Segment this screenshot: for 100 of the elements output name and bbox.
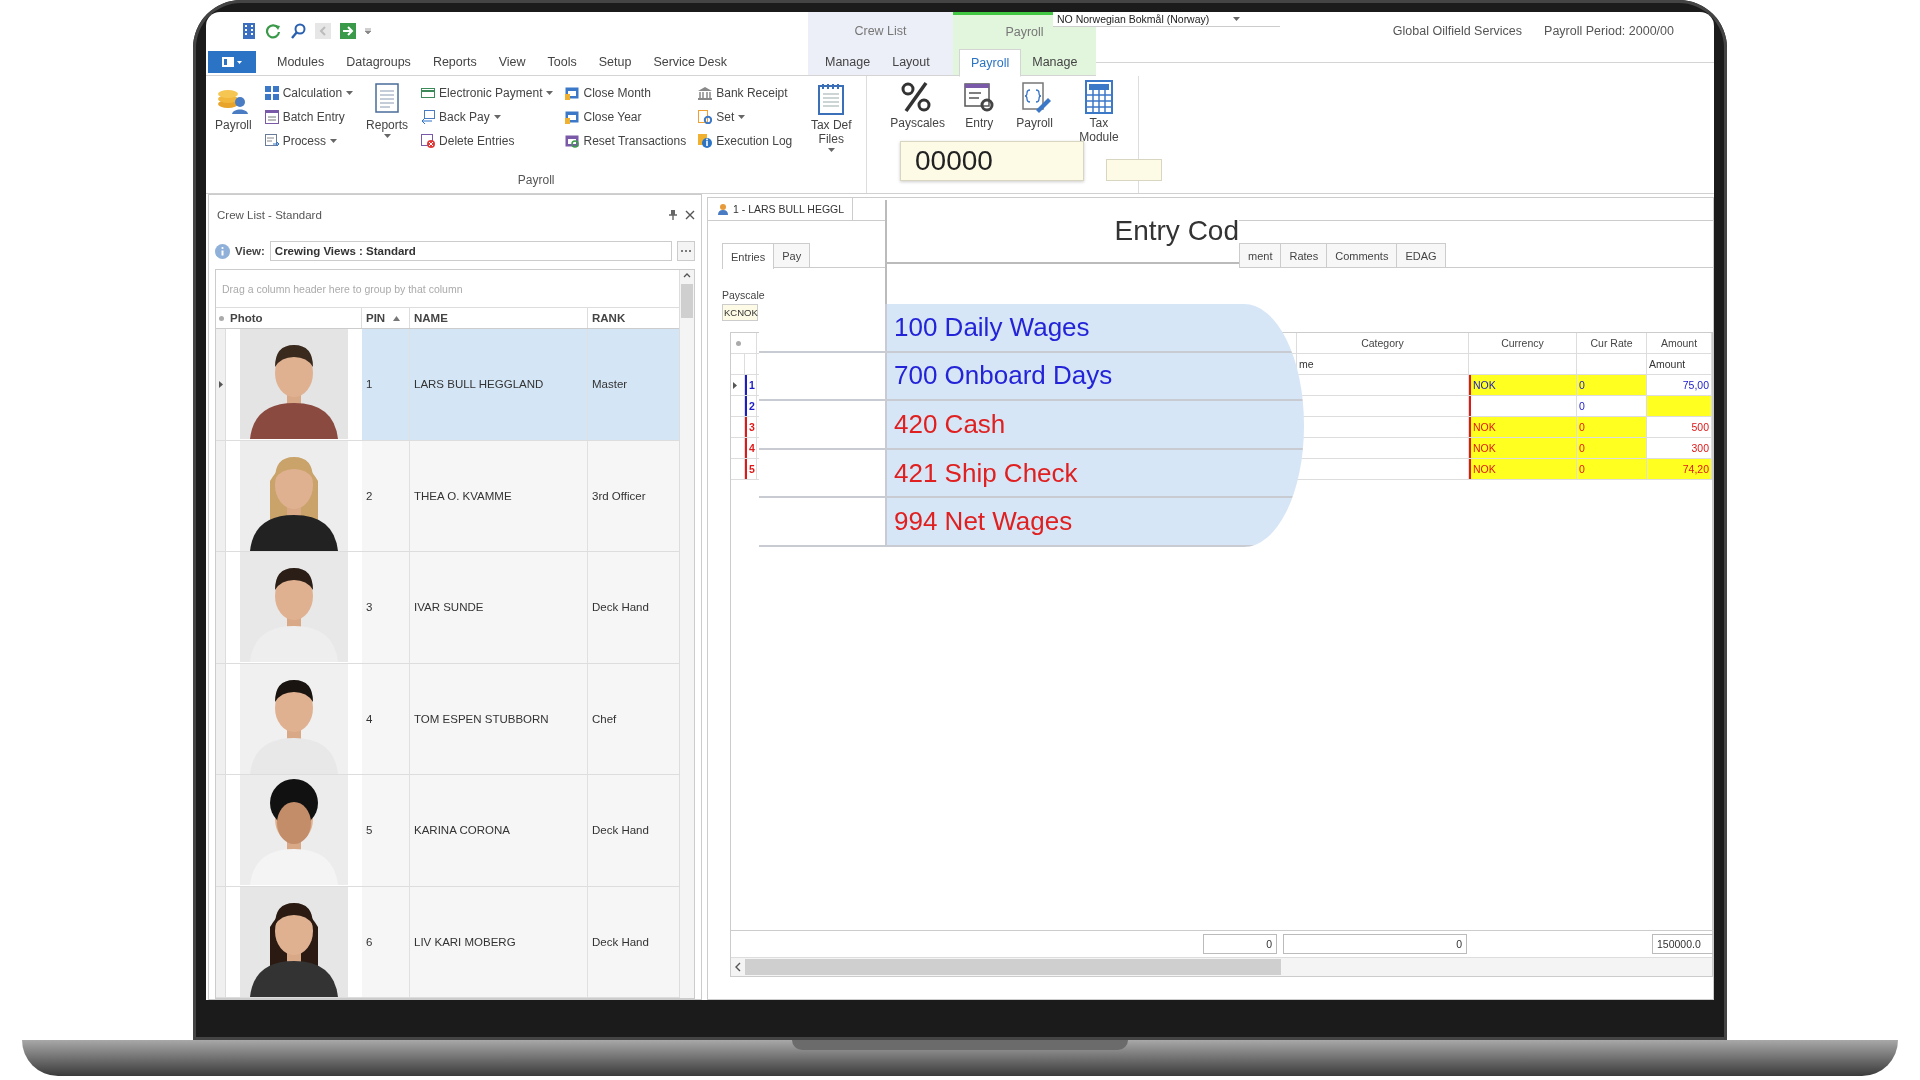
customize-icon[interactable] bbox=[365, 27, 371, 34]
menu-tab[interactable]: Tools bbox=[536, 49, 588, 75]
ribbon-button[interactable]: Close Year bbox=[563, 108, 689, 126]
menu-tab[interactable]: Manage bbox=[814, 49, 882, 75]
table-row[interactable]: 3 IVAR SUNDE Deck Hand bbox=[216, 552, 679, 664]
column-header[interactable]: Cur Rate bbox=[1577, 333, 1647, 353]
building-icon[interactable] bbox=[242, 22, 256, 39]
menu-tab[interactable]: Setup bbox=[587, 49, 643, 75]
ribbon-button[interactable]: Calculation bbox=[262, 84, 356, 102]
caret-icon bbox=[493, 115, 501, 119]
ribbon-button[interactable]: Execution Log bbox=[696, 132, 795, 150]
refresh-icon[interactable] bbox=[265, 22, 281, 39]
grid-icon bbox=[264, 86, 279, 100]
menu-tab[interactable]: Service Desk bbox=[642, 49, 739, 75]
file-menu-button[interactable] bbox=[208, 51, 256, 74]
table-cell: 300 bbox=[1647, 438, 1712, 458]
forward-icon[interactable] bbox=[340, 22, 356, 39]
menu-tab[interactable]: Manage bbox=[1021, 49, 1089, 75]
language-dropdown[interactable]: NO Norwegian Bokmål (Norway) bbox=[1053, 12, 1281, 27]
table-row[interactable]: 5 KARINA CORONA Deck Hand bbox=[216, 775, 679, 887]
ribbon-button[interactable]: Back Pay bbox=[419, 108, 556, 126]
ribbon-button[interactable]: Set bbox=[696, 108, 795, 126]
table-row[interactable]: 4 TOM ESPEN STUBBORN Chef bbox=[216, 663, 679, 776]
column-header[interactable]: Photo bbox=[226, 308, 362, 329]
sort-ascending-icon bbox=[393, 315, 401, 321]
search-icon[interactable] bbox=[290, 22, 306, 39]
table-row[interactable]: 2 THEA O. KVAMME 3rd Officer bbox=[216, 440, 679, 553]
table-row[interactable]: 6 LIV KARI MOBERG Deck Hand bbox=[216, 886, 679, 998]
value-field bbox=[1106, 159, 1162, 181]
menu-tab[interactable]: View bbox=[487, 49, 537, 75]
table-cell: 6 bbox=[362, 886, 410, 997]
scrollbar[interactable] bbox=[731, 957, 1712, 976]
entry-code: 420 Cash bbox=[887, 401, 1304, 448]
column-header[interactable]: Currency bbox=[1469, 333, 1577, 353]
ribbon-button[interactable]: Delete Entries bbox=[419, 132, 556, 150]
tab[interactable]: Entries bbox=[722, 243, 775, 269]
table-cell: 2 bbox=[362, 440, 410, 552]
ribbon-button[interactable]: Electronic Payment bbox=[419, 84, 556, 102]
caret-icon bbox=[383, 134, 391, 138]
table-cell: TOM ESPEN STUBBORN bbox=[410, 663, 588, 775]
tab[interactable]: Pay bbox=[773, 243, 811, 267]
company-name: Global Oilfield Services bbox=[1392, 24, 1523, 40]
caret-icon bbox=[346, 91, 354, 95]
table-cell: 0 bbox=[1577, 438, 1647, 458]
table-cell: 0 bbox=[1577, 417, 1647, 437]
caret-icon bbox=[546, 91, 554, 95]
table-cell: 0 bbox=[1577, 459, 1647, 479]
close-icon[interactable] bbox=[685, 210, 695, 220]
menu-tab[interactable]: Payroll bbox=[959, 48, 1022, 77]
ribbon-button[interactable]: Bank Receipt bbox=[696, 84, 795, 102]
row-number: 2 bbox=[745, 396, 757, 416]
scrollbar-thumb[interactable] bbox=[745, 959, 1281, 975]
table-cell: 0 bbox=[1577, 375, 1647, 395]
menu-tab[interactable]: Datagroups bbox=[335, 49, 422, 75]
back-icon[interactable] bbox=[315, 22, 331, 39]
panel-title: Crew List - Standard bbox=[217, 209, 322, 221]
tab[interactable]: Rates bbox=[1280, 243, 1328, 267]
table-cell: THEA O. KVAMME bbox=[410, 440, 588, 552]
pin-icon[interactable] bbox=[669, 210, 677, 220]
scrollbar[interactable] bbox=[679, 270, 694, 998]
ribbon-button[interactable]: Reports bbox=[363, 80, 412, 140]
view-field[interactable]: Crewing Views : Standard bbox=[269, 241, 672, 261]
column-header[interactable]: NAME bbox=[410, 308, 588, 329]
table-cell: LIV KARI MOBERG bbox=[410, 886, 588, 997]
tab[interactable]: ment bbox=[1239, 243, 1282, 267]
column-header[interactable]: Category bbox=[1297, 333, 1469, 353]
info-icon bbox=[215, 243, 230, 259]
ribbon-button[interactable]: Close Month bbox=[563, 84, 689, 102]
tab[interactable]: EDAG bbox=[1396, 243, 1446, 267]
menu-tab[interactable]: Reports bbox=[421, 49, 488, 75]
column-subheader: Amount bbox=[1647, 354, 1712, 374]
menu-tab[interactable]: Layout bbox=[881, 49, 941, 75]
table-cell: NOK bbox=[1469, 459, 1577, 479]
tab[interactable]: Comments bbox=[1326, 243, 1398, 267]
column-header[interactable]: Amount bbox=[1647, 333, 1712, 353]
ribbon-button[interactable]: Batch Entry bbox=[262, 108, 356, 126]
calendar-icon bbox=[565, 110, 580, 124]
ribbon-button[interactable]: Tax Def Files bbox=[802, 80, 861, 154]
payscale-field[interactable]: KCNOK bbox=[722, 304, 758, 321]
more-icon[interactable] bbox=[677, 241, 695, 261]
table-row[interactable]: 1 LARS BULL HEGGLAND Master bbox=[216, 329, 679, 441]
table-cell: KARINA CORONA bbox=[410, 775, 588, 886]
ribbon-button[interactable]: Process bbox=[262, 132, 356, 150]
menu-tab[interactable]: Modules bbox=[266, 49, 336, 75]
row-number: 3 bbox=[745, 417, 757, 437]
ribbon-button[interactable]: Entry bbox=[959, 78, 1000, 132]
caret-icon bbox=[827, 148, 835, 152]
ribbon-button[interactable]: Payroll bbox=[1013, 78, 1056, 132]
delete-icon bbox=[421, 134, 436, 148]
scrollbar-thumb[interactable] bbox=[681, 284, 693, 318]
column-header[interactable]: PIN bbox=[362, 308, 410, 329]
table-cell: NOK bbox=[1469, 375, 1577, 395]
ribbon-button[interactable]: Payroll bbox=[212, 80, 255, 134]
arrow-left-icon bbox=[421, 110, 436, 124]
ribbon-button[interactable]: Reset Transactions bbox=[563, 132, 689, 150]
group-by-hint: Drag a column header here to group by that column bbox=[216, 270, 679, 309]
payroll-period: Payroll Period: 2000/00 bbox=[1544, 24, 1674, 40]
column-heading: Entry Cod bbox=[887, 200, 1239, 264]
ribbon-button[interactable]: Payscales bbox=[887, 78, 946, 132]
table-cell: 4 bbox=[362, 663, 410, 775]
